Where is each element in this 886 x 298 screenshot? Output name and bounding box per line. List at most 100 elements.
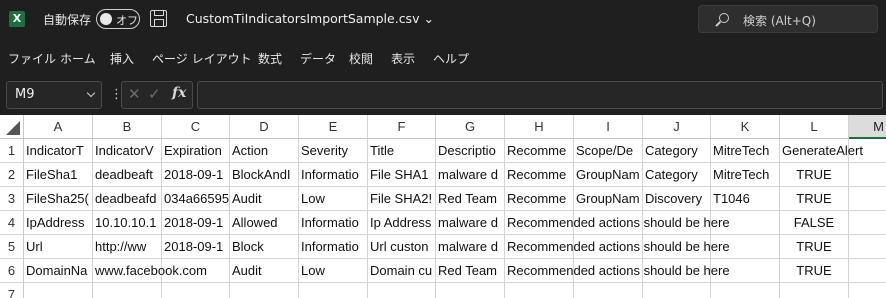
cell-value-d1: Action [230,139,299,163]
cell-j7[interactable] [643,283,711,298]
cell-value-l5: TRUE [780,235,849,259]
search-placeholder: 検索 (Alt+Q) [743,14,816,28]
cell-value-f6: Domain cu [368,259,436,283]
row-header-2[interactable]: 2 [0,163,24,187]
cell-value-a6: DomainNa [24,259,93,283]
cell-value-g4: malware d [436,211,505,235]
autosave-label: 自動保存 [43,13,92,27]
menu-insert[interactable]: 挿入 [110,50,134,67]
search-box[interactable]: 検索 (Alt+Q) [698,5,878,33]
menu-page-layout[interactable]: ページ レイアウト [152,50,252,67]
column-header-h[interactable]: H [505,115,574,139]
search-icon [719,13,729,23]
row-header-4[interactable]: 4 [0,211,24,235]
cell-i7[interactable] [574,283,643,298]
column-header-l[interactable]: L [780,115,849,139]
cell-value-c2: 2018-09-1 [162,163,230,187]
cell-value-h2: Recomme [505,163,574,187]
column-header-b[interactable]: B [93,115,162,139]
cell-e7[interactable] [299,283,368,298]
cell-value-g3: Red Team [436,187,505,211]
cell-value-b2: deadbeaft [93,163,162,187]
menu-data[interactable]: データ [300,50,336,67]
column-header-e[interactable]: E [299,115,368,139]
column-header-c[interactable]: C [162,115,230,139]
enter-icon[interactable]: ✓ [148,85,161,103]
column-header-i[interactable]: I [574,115,643,139]
menu-view[interactable]: 表示 [391,50,415,67]
row-header-3[interactable]: 3 [0,187,24,211]
row-header-5[interactable]: 5 [0,235,24,259]
cell-m3[interactable] [849,187,886,211]
cell-k7[interactable] [711,283,780,298]
cell-value-h1: Recomme [505,139,574,163]
cell-l7[interactable] [780,283,849,298]
cell-value-j3: Discovery [643,187,711,211]
cell-value-j2: Category [643,163,711,187]
cell-value-l2: TRUE [780,163,849,187]
column-header-m[interactable]: M [849,115,886,139]
cell-d7[interactable] [230,283,299,298]
cell-h7[interactable] [505,283,574,298]
cell-m5[interactable] [849,235,886,259]
toggle-knob [100,13,112,25]
cell-value-c1: Expiration [162,139,230,163]
name-box[interactable]: M9 [6,81,102,109]
cell-m4[interactable] [849,211,886,235]
cell-value-b6: www.facebook.com [93,259,207,283]
cell-value-e3: Low [299,187,368,211]
cell-a7[interactable] [24,283,93,298]
cell-m6[interactable] [849,259,886,283]
cell-value-h6: Recommended actions should be here [505,259,730,283]
column-header-a[interactable]: A [24,115,93,139]
menu-file[interactable]: ファイル [8,50,56,67]
cell-value-l1: GenerateAlert [780,139,863,163]
cell-value-g6: Red Team [436,259,505,283]
cell-b7[interactable] [93,283,162,298]
cell-value-g2: malware d [436,163,505,187]
cell-f7[interactable] [368,283,436,298]
column-header-d[interactable]: D [230,115,299,139]
column-header-j[interactable]: J [643,115,711,139]
save-icon[interactable] [150,10,167,27]
formula-input[interactable] [197,81,883,109]
cell-value-e4: Informatio [299,211,368,235]
select-all-corner[interactable] [0,115,24,139]
menu-help[interactable]: ヘルプ [433,50,469,67]
cell-value-h3: Recomme [505,187,574,211]
cancel-icon[interactable]: ✕ [128,85,141,103]
cell-value-e2: Informatio [299,163,368,187]
menu-review[interactable]: 校閲 [349,50,373,67]
menu-home[interactable]: ホーム [60,50,96,67]
column-header-k[interactable]: K [711,115,780,139]
cell-g7[interactable] [436,283,505,298]
cell-value-i3: GroupNam [574,187,643,211]
cell-value-d6: Audit [230,259,299,283]
cell-value-f3: File SHA2! [368,187,436,211]
cell-value-a4: IpAddress [24,211,93,235]
insert-function-icon[interactable]: fx [172,85,186,101]
title-bar: X 自動保存 オフ CustomTiIndicatorsImportSample… [0,0,886,38]
row-header-1[interactable]: 1 [0,139,24,163]
column-header-g[interactable]: G [436,115,505,139]
cell-value-c5: 2018-09-1 [162,235,230,259]
excel-window: X 自動保存 オフ CustomTiIndicatorsImportSample… [0,0,886,298]
cell-value-g5: malware d [436,235,505,259]
row-header-6[interactable]: 6 [0,259,24,283]
chevron-down-icon[interactable] [86,88,96,98]
cell-value-f2: File SHA1 [368,163,436,187]
menu-formulas[interactable]: 数式 [258,50,282,67]
cell-value-l3: TRUE [780,187,849,211]
cell-c7[interactable] [162,283,230,298]
file-name-dropdown[interactable]: CustomTiIndicatorsImportSample.csv ⌄ [186,11,434,26]
cell-value-b4: 10.10.10.1 [93,211,162,235]
cell-value-a5: Url [24,235,93,259]
cell-m2[interactable] [849,163,886,187]
cell-m7[interactable] [849,283,886,298]
autosave-toggle[interactable]: オフ [96,9,140,29]
excel-icon[interactable]: X [9,11,25,27]
cell-value-a3: FileSha25( [24,187,93,211]
row-header-7[interactable]: 7 [0,283,24,298]
column-header-f[interactable]: F [368,115,436,139]
cell-value-a1: IndicatorT [24,139,93,163]
